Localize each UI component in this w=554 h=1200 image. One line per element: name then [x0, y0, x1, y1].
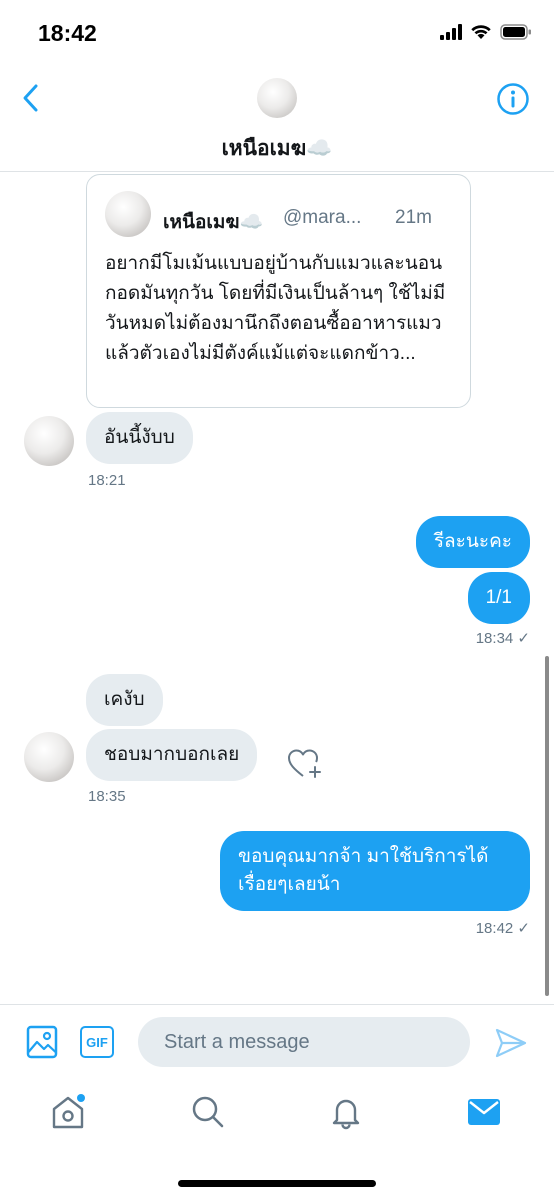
quoted-tweet-text: อยากมีโมเม้นแบบอยู่บ้านกับแมวและนอนกอดมั…: [105, 253, 446, 364]
outgoing-message[interactable]: ขอบคุณมากจ้า มาใช้บริการได้เรื่อยๆเลยน้า: [220, 831, 530, 911]
notifications-bell-icon: [332, 1099, 360, 1130]
search-icon: [192, 1096, 224, 1128]
send-icon: [495, 1028, 527, 1058]
battery-icon: [500, 24, 532, 45]
message-timestamp: 18:35: [88, 788, 126, 805]
gif-icon: GIF: [86, 1034, 108, 1050]
tab-search[interactable]: [188, 1092, 228, 1132]
home-indicator: [178, 1180, 376, 1187]
incoming-message[interactable]: เคงับ: [86, 674, 163, 726]
message-composer: GIF Start a message: [0, 1004, 554, 1080]
back-button[interactable]: [14, 80, 46, 116]
outgoing-message[interactable]: รีละนะคะ: [415, 516, 530, 568]
quoted-tweet-handle: @mara...: [283, 207, 362, 228]
conversation-header: เหนือเมฆ☁️: [0, 70, 554, 172]
message-input[interactable]: Start a message: [138, 1017, 470, 1067]
back-chevron-icon: [23, 84, 38, 112]
image-icon: [26, 1025, 58, 1059]
quoted-tweet-card[interactable]: เหนือเมฆ☁️ @mara... 21m อยากมีโมเม้นแบบอ…: [86, 174, 471, 408]
add-photo-button[interactable]: [26, 1025, 58, 1059]
info-button[interactable]: [496, 82, 530, 116]
status-bar: 18:42: [0, 0, 554, 70]
heart-plus-icon: [288, 749, 321, 778]
incoming-message[interactable]: อันนี้งับบ: [86, 412, 193, 464]
like-message-button[interactable]: [286, 746, 322, 782]
quoted-tweet-author: เหนือเมฆ☁️: [163, 212, 264, 233]
outgoing-message[interactable]: 1/1: [467, 572, 530, 624]
home-icon: [52, 1094, 85, 1129]
contact-name[interactable]: เหนือเมฆ☁️: [0, 132, 554, 165]
message-timestamp: 18:21: [88, 472, 126, 489]
sender-avatar[interactable]: [24, 732, 74, 782]
send-button[interactable]: [494, 1027, 528, 1059]
tab-notifications[interactable]: [326, 1092, 366, 1132]
message-timestamp: 18:42 ✓: [475, 920, 530, 937]
cellular-signal-icon: [440, 24, 462, 45]
tab-messages[interactable]: [464, 1092, 504, 1132]
message-timestamp: 18:34 ✓: [475, 630, 530, 647]
quoted-tweet-avatar: [105, 191, 151, 237]
tab-home[interactable]: [48, 1092, 88, 1132]
incoming-message[interactable]: ชอบมากบอกเลย: [86, 729, 258, 781]
sender-avatar[interactable]: [24, 416, 74, 466]
gif-button[interactable]: GIF: [80, 1026, 114, 1058]
messages-mail-icon: [468, 1099, 500, 1125]
scrollbar[interactable]: [545, 656, 549, 996]
header-avatar[interactable]: [257, 78, 297, 118]
message-input-placeholder: Start a message: [164, 1030, 310, 1053]
status-time: 18:42: [38, 20, 97, 46]
quoted-tweet-time: 21m: [395, 207, 432, 228]
wifi-icon: [470, 24, 492, 45]
status-icons: [440, 24, 532, 45]
info-icon: [497, 83, 529, 115]
